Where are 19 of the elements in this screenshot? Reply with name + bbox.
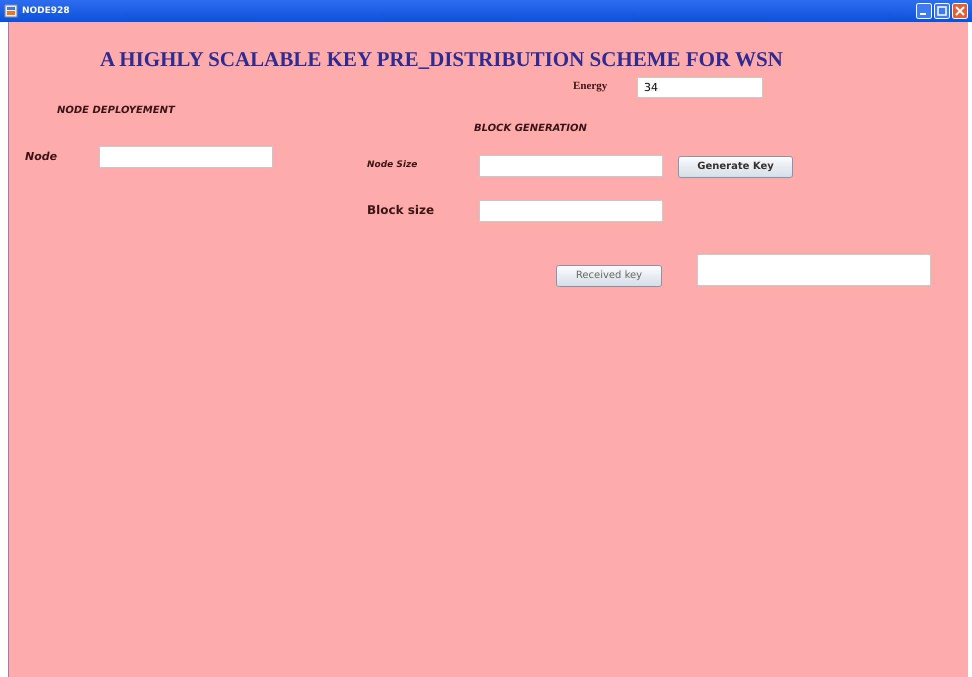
text-field[interactable]: 34 — [637, 76, 763, 98]
received-key-button[interactable]: Received key — [556, 264, 662, 286]
close-icon[interactable] — [952, 3, 968, 19]
energy-label: Energy — [573, 80, 608, 92]
app-heading: A HIGHLY SCALABLE KEY PRE_DISTRIBUTION SCHEME FOR WSN — [100, 46, 783, 72]
section-title: NODE DEPLOYEMENT — [57, 104, 175, 116]
maximize-icon[interactable] — [934, 3, 950, 19]
section-title: BLOCK GENERATION — [474, 122, 587, 134]
app-icon — [4, 4, 18, 18]
block-size-label: Block size — [367, 203, 436, 217]
generate-key-button[interactable]: Generate Key — [678, 156, 793, 178]
window-title: NODE928 — [22, 6, 70, 16]
text-field[interactable] — [479, 200, 663, 222]
node-size-label: Node Size — [367, 160, 418, 170]
text-field[interactable] — [99, 146, 273, 168]
text-field[interactable] — [697, 254, 931, 286]
node-label: Node — [25, 150, 58, 162]
text-field[interactable] — [479, 154, 663, 176]
minimize-icon[interactable] — [916, 3, 932, 19]
